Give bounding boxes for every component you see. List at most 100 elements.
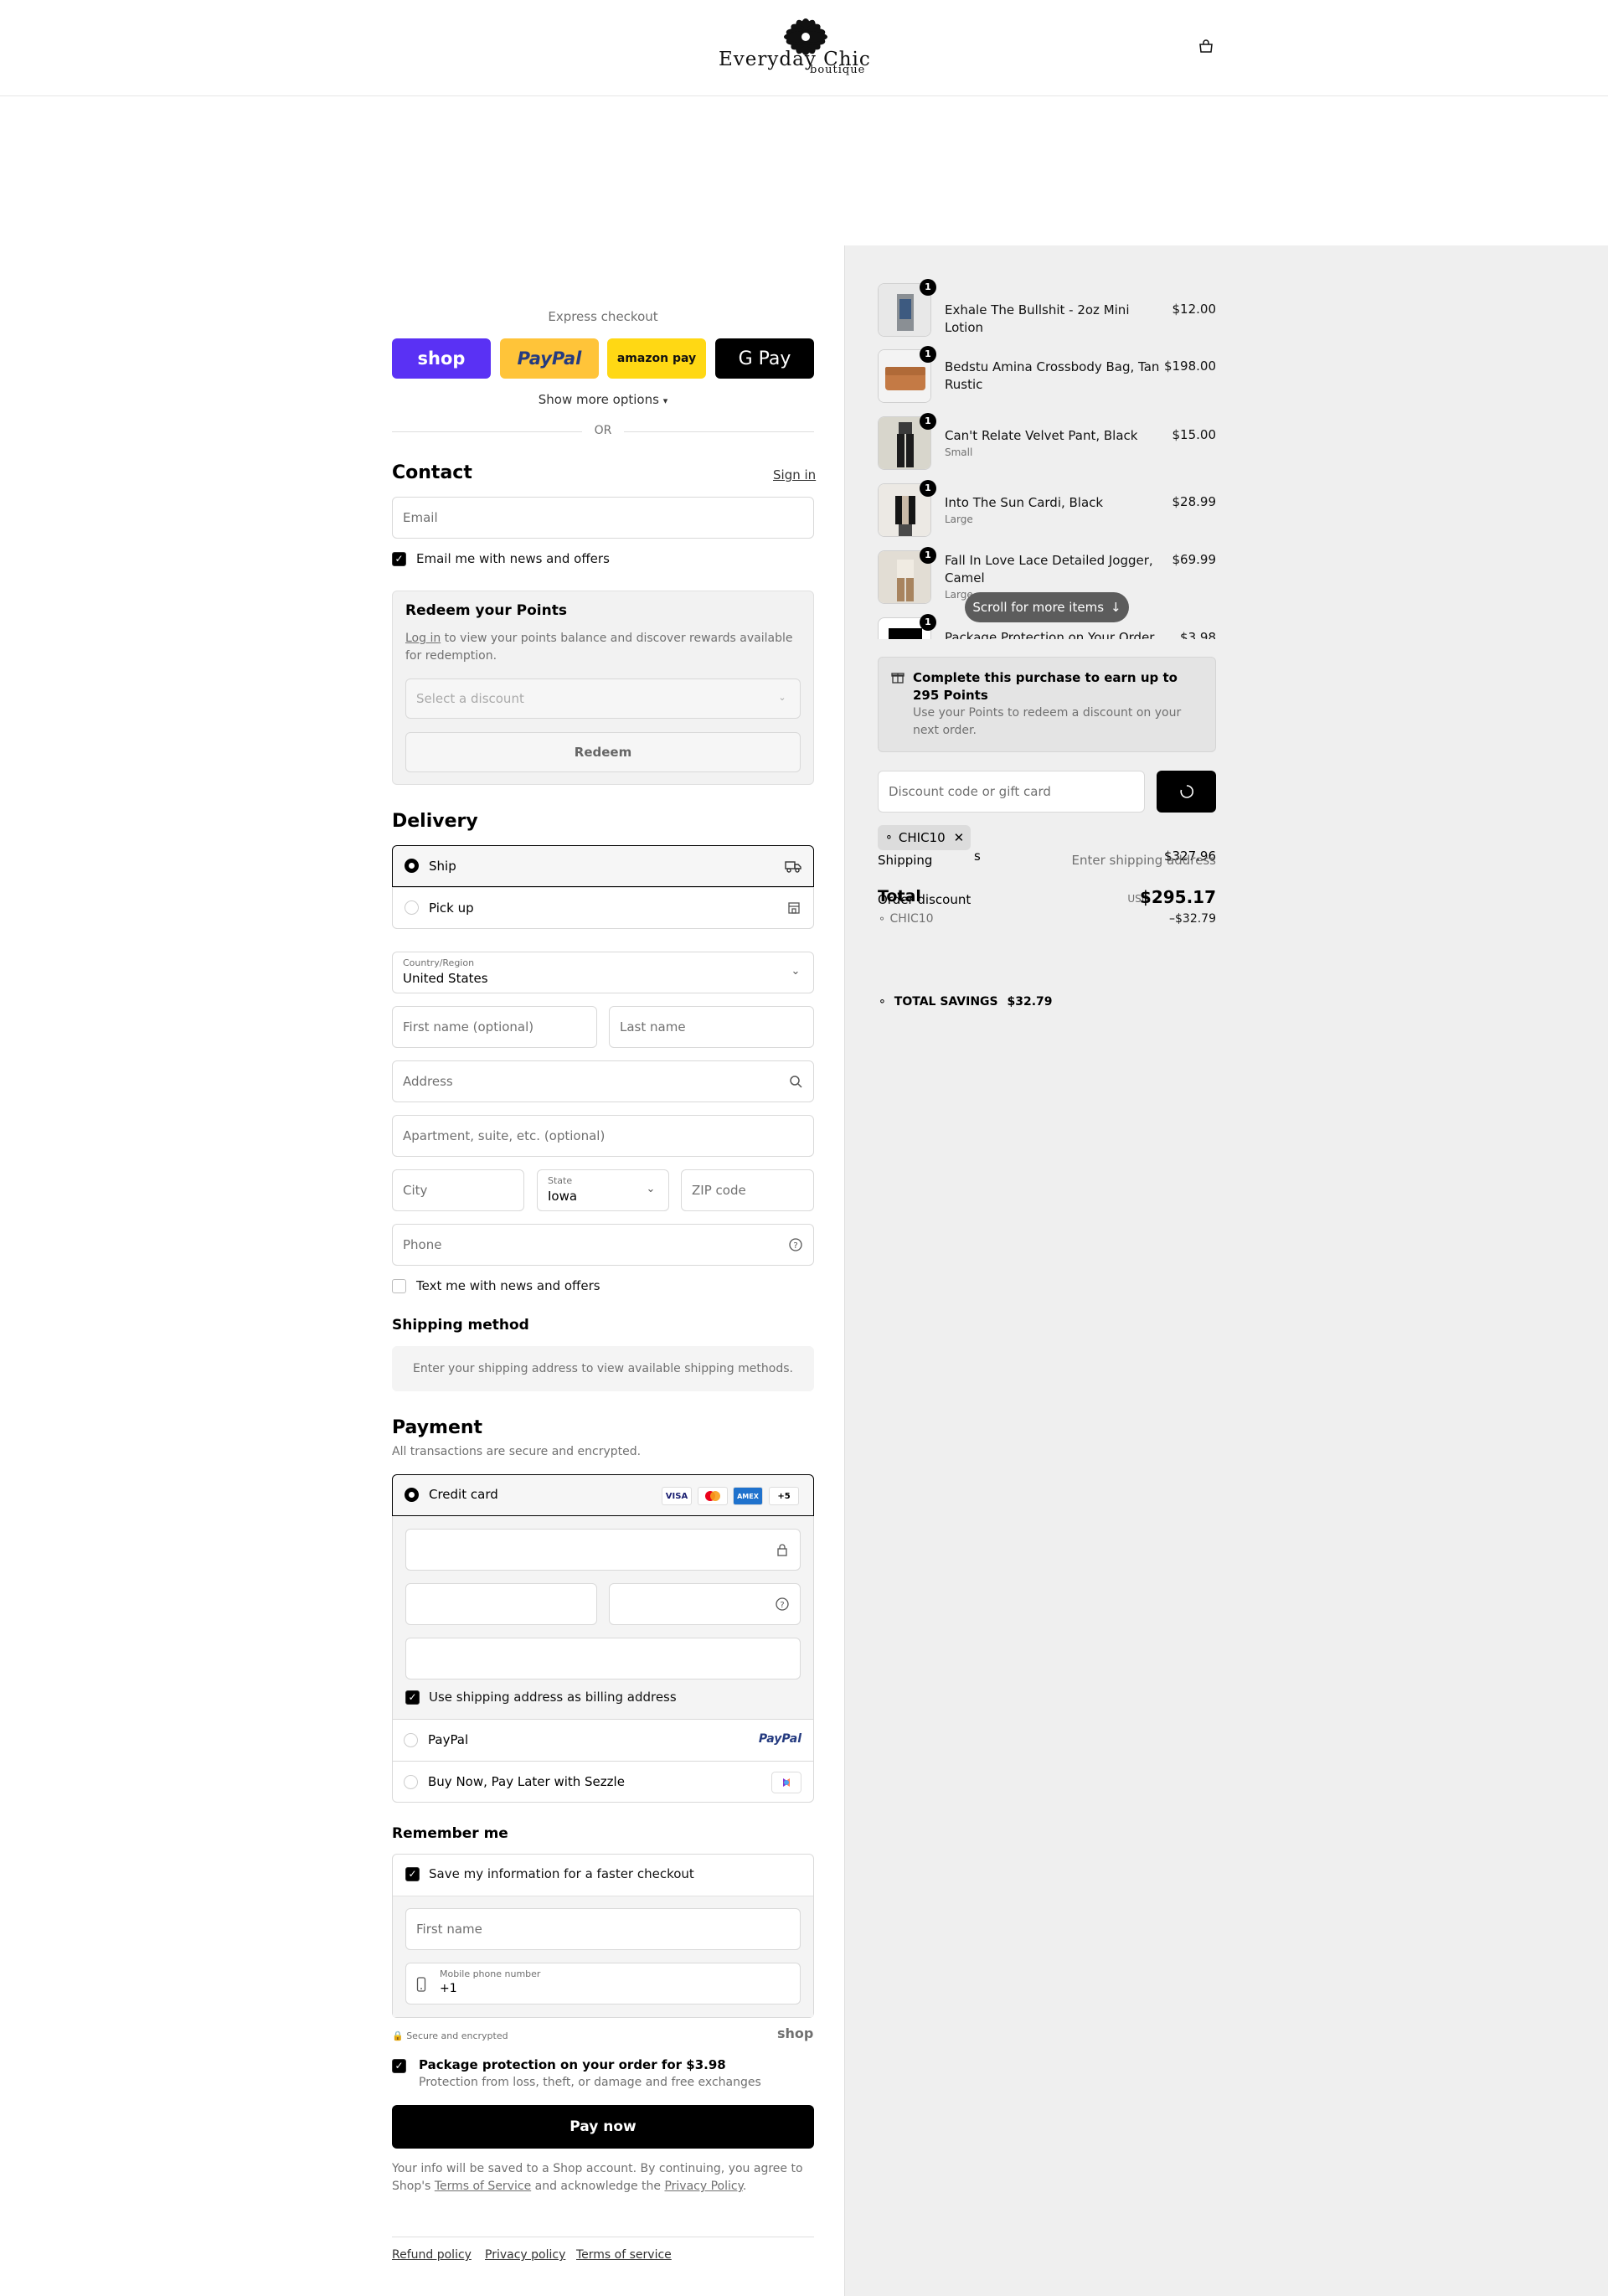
help-icon[interactable]: ? — [788, 1237, 803, 1252]
earn-points-desc: Use your Points to redeem a discount on … — [913, 706, 1182, 737]
pickup-radio[interactable] — [405, 900, 419, 915]
city-field[interactable]: City — [392, 1169, 524, 1211]
ship-label: Ship — [429, 859, 456, 874]
country-value: United States — [403, 971, 488, 986]
shop-legal-text: Your info will be saved to a Shop accoun… — [392, 2160, 814, 2195]
site-header: Everyday Chic boutique — [0, 0, 1608, 96]
amazon-pay-button[interactable]: amazon pay — [607, 338, 706, 379]
footer-terms-of-service-link[interactable]: Terms of service — [576, 2248, 672, 2262]
terms-of-service-link[interactable]: Terms of Service — [435, 2180, 531, 2193]
tag-icon: ⚬ — [884, 831, 894, 844]
credit-card-label: Credit card — [429, 1487, 498, 1502]
total-label: Total — [878, 887, 921, 906]
redeem-button[interactable]: Redeem — [405, 732, 801, 772]
pickup-option[interactable]: Pick up — [392, 887, 814, 929]
apartment-field[interactable]: Apartment, suite, etc. (optional) — [392, 1115, 814, 1157]
scroll-for-more-label: Scroll for more items — [972, 600, 1105, 615]
item-quantity-badge: 1 — [920, 346, 936, 363]
state-select[interactable]: State Iowa ⌄ — [537, 1169, 669, 1211]
credit-card-radio[interactable] — [405, 1488, 419, 1502]
text-news-checkbox[interactable] — [392, 1279, 406, 1293]
gift-icon — [891, 673, 904, 684]
ship-radio[interactable] — [405, 859, 419, 873]
package-protection-checkbox[interactable]: ✓ — [392, 2059, 406, 2073]
address-placeholder: Address — [403, 1074, 453, 1089]
paypal-option[interactable]: PayPal PayPal — [393, 1719, 813, 1761]
shop-pay-button[interactable]: shop — [392, 338, 491, 379]
shopping-bag-icon[interactable] — [1196, 37, 1216, 57]
city-placeholder: City — [403, 1183, 428, 1198]
discount-chip: ⚬ CHIC10 ✕ — [878, 825, 972, 850]
country-select[interactable]: Country/Region United States ⌄ — [392, 952, 814, 993]
phone-field[interactable]: Phone ? — [392, 1224, 814, 1266]
express-checkout-title: Express checkout — [548, 309, 658, 324]
help-icon[interactable]: ? — [775, 1597, 790, 1612]
name-on-card-field[interactable] — [405, 1638, 801, 1679]
mobile-phone-prefix: +1 — [440, 1982, 457, 1995]
email-field[interactable]: Email — [392, 497, 814, 539]
sezzle-logo-icon — [771, 1772, 801, 1793]
sezzle-option[interactable]: Buy Now, Pay Later with Sezzle — [393, 1761, 813, 1803]
discount-chip-code: CHIC10 — [898, 830, 946, 845]
show-more-label: Show more options — [538, 392, 659, 407]
save-info-checkbox[interactable]: ✓ — [405, 1867, 420, 1881]
sezzle-option-label: Buy Now, Pay Later with Sezzle — [428, 1774, 625, 1789]
discount-code-line: ⚬ CHIC10 — [878, 912, 934, 926]
applied-discount-code: CHIC10 — [889, 912, 934, 926]
subtotal-label: s — [974, 849, 981, 864]
paypal-button[interactable]: PayPal — [500, 338, 599, 379]
truck-icon — [785, 861, 801, 873]
paypal-option-label: PayPal — [428, 1732, 469, 1747]
visa-icon: VISA — [662, 1487, 692, 1505]
zip-field[interactable]: ZIP code — [681, 1169, 814, 1211]
state-label: State — [548, 1175, 573, 1186]
scroll-for-more-button[interactable]: Scroll for more items ↓ — [965, 592, 1129, 622]
total-value: $295.17 — [1139, 887, 1216, 907]
svg-text:?: ? — [780, 1601, 784, 1610]
privacy-policy-link[interactable]: Privacy Policy — [664, 2180, 742, 2193]
last-name-field[interactable]: Last name — [609, 1006, 814, 1048]
email-news-checkbox[interactable]: ✓ — [392, 552, 406, 566]
sign-in-link[interactable]: Sign in — [773, 467, 816, 482]
item-price: $12.00 — [1172, 302, 1217, 317]
refund-policy-link[interactable]: Refund policy — [392, 2248, 472, 2262]
item-quantity-badge: 1 — [920, 279, 936, 296]
search-icon — [790, 1076, 802, 1088]
contact-heading: Contact — [392, 462, 472, 483]
points-desc-text: to view your points balance and discover… — [405, 632, 793, 663]
legal-suffix: . — [742, 2180, 747, 2193]
tag-icon: ⚬ — [878, 913, 887, 925]
chevron-down-icon: ⌄ — [791, 965, 801, 978]
item-price: $69.99 — [1172, 552, 1217, 567]
arrow-down-icon: ↓ — [1111, 600, 1121, 615]
package-protection-title: Package protection on your order for $3.… — [419, 2057, 726, 2072]
mobile-phone-field[interactable]: Mobile phone number +1 — [405, 1963, 801, 2004]
discount-code-field[interactable]: Discount code or gift card — [878, 771, 1145, 813]
expiration-field[interactable] — [405, 1583, 597, 1625]
discount-select[interactable]: Select a discount ⌄ — [405, 678, 801, 719]
ship-option[interactable]: Ship — [392, 845, 814, 887]
remember-first-name-field[interactable]: First name — [405, 1908, 801, 1950]
item-name: Can't Relate Velvet Pant, Black — [945, 428, 1138, 443]
item-name: Into The Sun Cardi, Black — [945, 495, 1104, 510]
svg-text:?: ? — [793, 1241, 797, 1251]
points-login-link[interactable]: Log in — [405, 632, 441, 645]
card-number-field[interactable] — [405, 1529, 801, 1571]
apply-discount-button[interactable] — [1157, 771, 1216, 813]
or-label: OR — [582, 424, 624, 437]
payment-subtitle: All transactions are secure and encrypte… — [392, 1445, 642, 1458]
pay-now-button[interactable]: Pay now — [392, 2105, 814, 2149]
first-name-field[interactable]: First name (optional) — [392, 1006, 597, 1048]
discount-code-placeholder: Discount code or gift card — [889, 784, 1051, 799]
show-more-options-link[interactable]: Show more options ▾ — [392, 392, 814, 407]
store-logo[interactable]: Everyday Chic boutique — [716, 15, 900, 79]
sezzle-radio[interactable] — [404, 1775, 418, 1789]
address-field[interactable]: Address — [392, 1060, 814, 1102]
mobile-phone-icon — [416, 1977, 426, 1992]
footer-privacy-policy-link[interactable]: Privacy policy — [485, 2248, 565, 2262]
security-code-field[interactable]: ? — [609, 1583, 801, 1625]
paypal-radio[interactable] — [404, 1733, 418, 1747]
close-icon[interactable]: ✕ — [954, 830, 965, 845]
billing-address-checkbox[interactable]: ✓ — [405, 1690, 420, 1705]
google-pay-button[interactable]: G Pay — [715, 338, 814, 379]
